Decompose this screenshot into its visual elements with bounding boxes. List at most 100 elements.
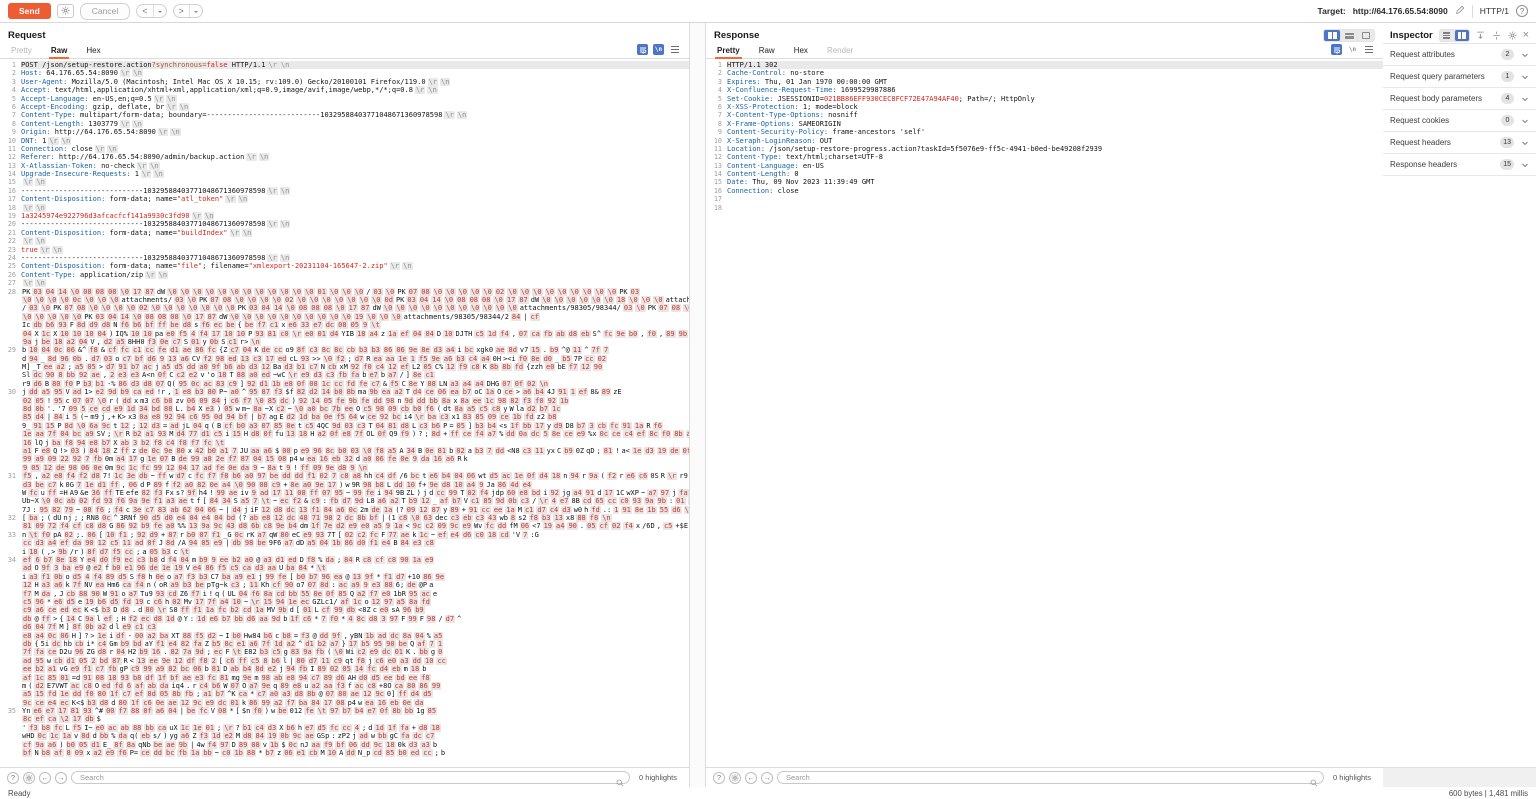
inspector-section-request-attributes[interactable]: Request attributes2 xyxy=(1383,44,1536,66)
inspector-panel: Inspector × Request attributes2Request q… xyxy=(1383,23,1536,787)
search-prev-icon[interactable]: ← xyxy=(39,772,51,784)
target-label: Target: xyxy=(1318,6,1346,16)
show-nonprintable-icon[interactable]: \n xyxy=(1347,44,1358,55)
send-settings-button[interactable] xyxy=(57,4,74,18)
editor-line: 23true\r\n xyxy=(0,246,689,254)
search-input[interactable] xyxy=(80,773,611,782)
editor-line: 5Accept-Language: en-US,en;q=0.5\r\n xyxy=(0,95,689,103)
columns-view-icon[interactable] xyxy=(1455,30,1469,41)
editor-line: 34ef6b78e18Ye4d0f9ecc3b8df404mb99eeb2a0@… xyxy=(0,556,689,564)
case-help-icon[interactable]: ? xyxy=(713,772,725,784)
request-search-field[interactable] xyxy=(71,771,630,784)
tab-response-pretty[interactable]: Pretty xyxy=(715,46,742,59)
response-editor[interactable]: 1HTTP/1.1 3022Cache-Control: no-store3Ex… xyxy=(706,59,1383,767)
editor-line: 33n\tf0pA02;.06[10f1;92d9+87rb007f1_G0cr… xyxy=(0,531,689,539)
count-badge: 1 xyxy=(1501,71,1514,82)
gear-icon xyxy=(61,2,70,20)
editor-line: 16Connection: close xyxy=(706,187,1383,195)
editor-menu-icon[interactable] xyxy=(669,44,680,55)
search-icon xyxy=(616,774,624,792)
inspector-section-request-query-parameters[interactable]: Request query parameters1 xyxy=(1383,66,1536,88)
status-ready: Ready xyxy=(8,789,31,798)
response-panel: Response Pretty Raw Hex Render \n xyxy=(705,23,1383,787)
next-request-button[interactable]: > xyxy=(173,4,203,18)
search-prev-icon[interactable]: ← xyxy=(745,772,757,784)
editor-line: 30jdda595Vad1>e29db9caed!r,1e8b380P~a0^9… xyxy=(0,388,689,396)
inspector-section-request-body-parameters[interactable]: Request body parameters 4 xyxy=(1383,88,1536,110)
request-editor[interactable]: 1POST /json/setup-restore.action?synchro… xyxy=(0,59,689,767)
inspector-section-request-cookies[interactable]: Request cookies0 xyxy=(1383,110,1536,132)
editor-line: d6047fM]8f0ba2dle9c1c3 xyxy=(0,623,689,631)
editor-line: 0205!95c0707\0r(ddxm3c6b8zv060984jc6f7\0… xyxy=(0,397,689,405)
editor-line: Ub~X\00cab02fd93f69a9ef1a3aetf[8434Sa57\… xyxy=(0,497,689,505)
layout-single-icon[interactable] xyxy=(1358,30,1374,41)
tab-response-raw[interactable]: Raw xyxy=(757,46,777,59)
list-view-icon[interactable] xyxy=(1440,30,1454,41)
top-toolbar: Send Cancel < > Target: http://64.176.65… xyxy=(0,0,1536,23)
search-settings-gear-icon[interactable] xyxy=(23,772,35,784)
editor-line: 24-----------------------------103295884… xyxy=(0,254,689,262)
response-search-field[interactable] xyxy=(777,771,1324,784)
layout-columns-icon[interactable] xyxy=(1324,30,1340,41)
prev-request-button[interactable]: < xyxy=(136,4,166,18)
prev-dropdown[interactable] xyxy=(153,5,166,17)
count-badge: 13 xyxy=(1500,137,1514,148)
response-title: Response xyxy=(714,30,759,41)
count-badge: 4 xyxy=(1501,93,1514,104)
editor-menu-icon[interactable] xyxy=(1363,44,1374,55)
search-next-icon[interactable]: → xyxy=(761,772,773,784)
section-label: Request headers xyxy=(1390,138,1451,147)
next-dropdown[interactable] xyxy=(189,5,202,17)
editor-line: 13Content-Language: en-US xyxy=(706,162,1383,170)
collapse-all-icon[interactable] xyxy=(1491,30,1502,41)
editor-line: Wfcuff=HA9&e36ffTEefe82f3Fxs?9fh4!99aeiv… xyxy=(0,489,689,497)
editor-line: af1c8501=d91081893b8df1fbfaee3fc81mg9em9… xyxy=(0,674,689,682)
section-label: Request body parameters xyxy=(1390,94,1482,103)
editor-line: 8X-Frame-Options: SAMEORIGIN xyxy=(706,120,1383,128)
editor-line: Sldc908bb92ae,2e3e3A<n0fCc2e2v'o18T88a0e… xyxy=(0,371,689,379)
tab-request-raw[interactable]: Raw xyxy=(49,46,69,59)
tab-response-render[interactable]: Render xyxy=(825,46,855,59)
repeater-window: Send Cancel < > Target: http://64.176.65… xyxy=(0,0,1536,799)
layout-rows-icon[interactable] xyxy=(1341,30,1357,41)
editor-line: 17Content-Disposition: form-data; name="… xyxy=(0,195,689,203)
editor-line: 12Content-Type: text/html;charset=UTF-8 xyxy=(706,153,1383,161)
cancel-button[interactable]: Cancel xyxy=(80,3,130,20)
send-button[interactable]: Send xyxy=(8,3,51,19)
inspector-section-response-headers[interactable]: Response headers15 xyxy=(1383,154,1536,176)
inspector-section-request-headers[interactable]: Request headers 13 xyxy=(1383,132,1536,154)
editor-line: 26Content-Type: application/zip\r\n xyxy=(0,271,689,279)
help-icon[interactable]: ? xyxy=(1516,5,1528,17)
chevron-down-icon xyxy=(1521,51,1529,59)
editor-line: 12Ha3a6k7fNVeaHm6caf4n(oRa9b3bepTg~kc3;1… xyxy=(0,581,689,589)
editor-line: 13X-Atlassian-Token: no-check\r\n xyxy=(0,162,689,170)
show-nonprintable-icon[interactable]: \n xyxy=(653,44,664,55)
request-panel: Request Pretty Raw Hex \n 1POST /json/setu… xyxy=(0,23,690,787)
search-next-icon[interactable]: → xyxy=(55,772,67,784)
search-settings-gear-icon[interactable] xyxy=(729,772,741,784)
search-input[interactable] xyxy=(786,773,1305,782)
case-help-icon[interactable]: ? xyxy=(7,772,19,784)
editor-line: 90512de98060e0m9c1cfc99120417adfe0eda9~8… xyxy=(0,464,689,472)
panel-splitter[interactable] xyxy=(690,23,705,787)
response-editor-icons: \n xyxy=(1331,44,1374,58)
section-label: Request attributes xyxy=(1390,50,1455,59)
editor-line: 7J:958279~08f6;f4c3ec783ab620406~|d4jiF1… xyxy=(0,506,689,514)
expand-all-icon[interactable] xyxy=(1475,30,1486,41)
editor-line: 1HTTP/1.1 302 xyxy=(706,61,1383,69)
inspector-settings-gear-icon[interactable] xyxy=(1507,30,1518,41)
response-highlight-count: 0 highlights xyxy=(1333,773,1371,782)
tab-request-pretty[interactable]: Pretty xyxy=(9,46,34,59)
editor-line: 14Upgrade-Insecure-Requests: 1\r\n xyxy=(0,170,689,178)
word-wrap-icon[interactable] xyxy=(637,44,648,55)
edit-target-pencil-icon[interactable] xyxy=(1455,2,1465,20)
tab-response-hex[interactable]: Hex xyxy=(792,46,810,59)
request-panel-header: Request xyxy=(0,23,689,43)
target-url: http://64.176.65.54:8090 xyxy=(1353,6,1448,16)
tab-request-hex[interactable]: Hex xyxy=(84,46,102,59)
editor-line: 21Content-Disposition: form-data; name="… xyxy=(0,229,689,237)
editor-line: 16lQjbaf894e8b7Xab3b2f8c4f8f7fc\t xyxy=(0,439,689,447)
editor-line: cf9aa6)b005d1E_8f8aqNbbeae9b|4wf497D8908… xyxy=(0,741,689,749)
inspector-close-icon[interactable]: × xyxy=(1523,30,1529,41)
word-wrap-icon[interactable] xyxy=(1331,44,1342,55)
